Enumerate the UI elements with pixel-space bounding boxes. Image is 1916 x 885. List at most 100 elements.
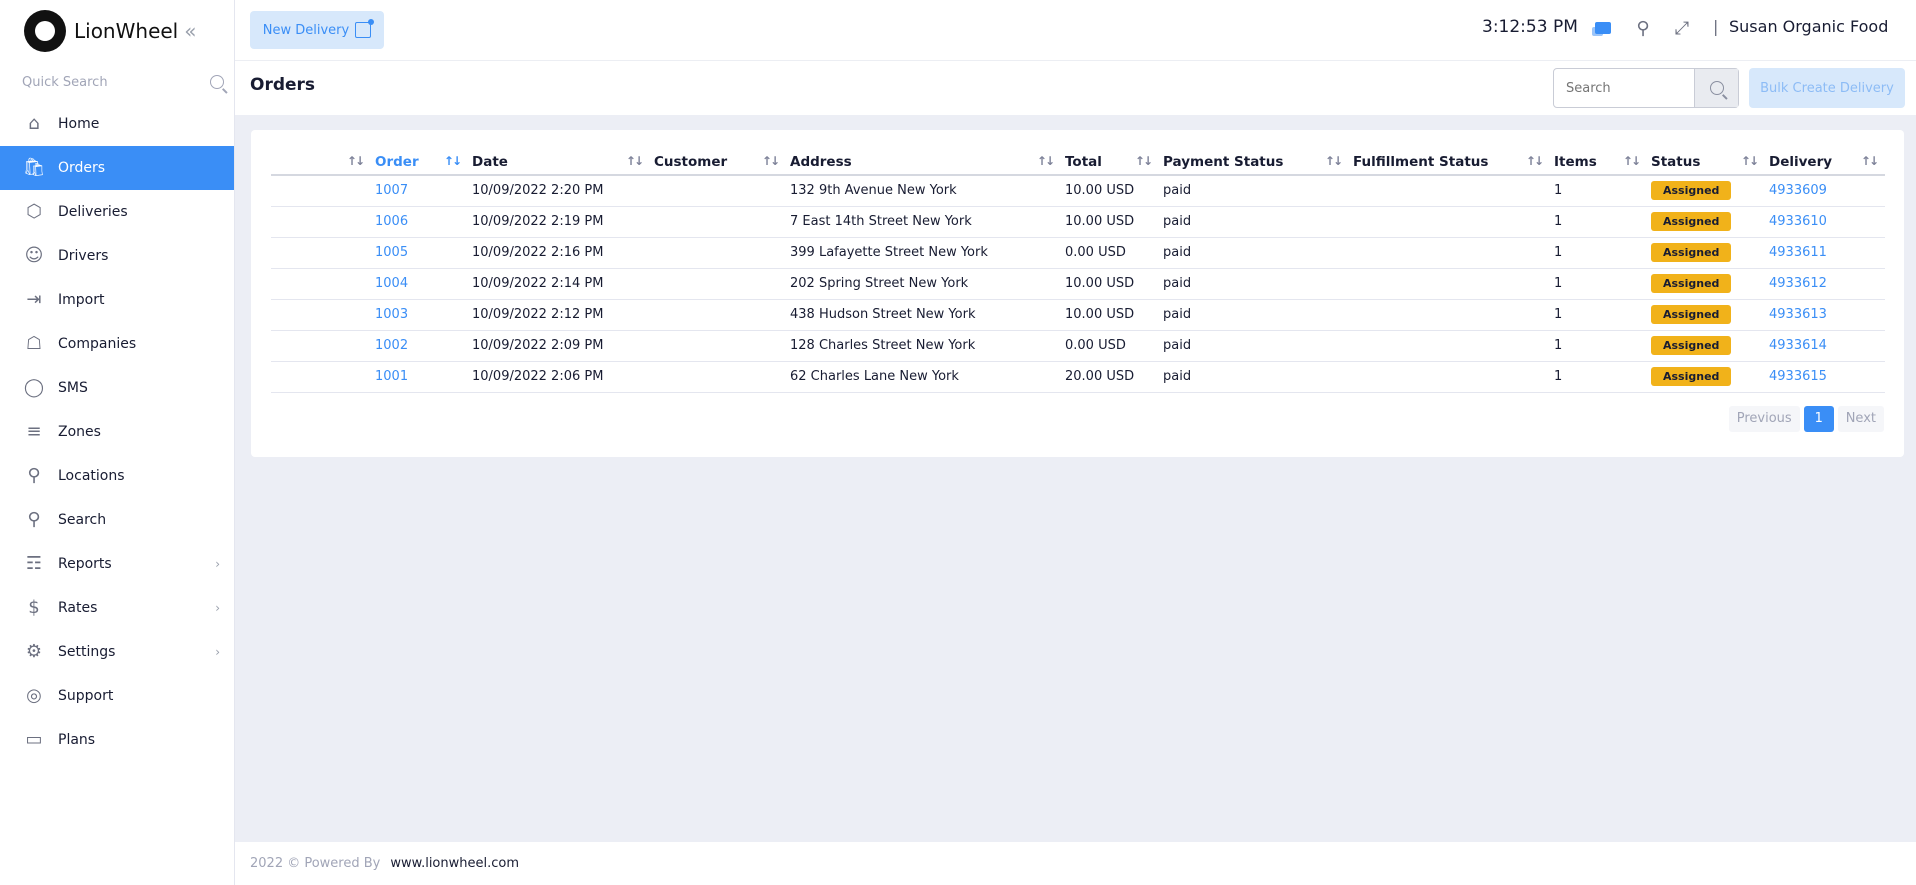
sidebar-item-zones[interactable]: ≡ Zones	[0, 410, 234, 454]
sidebar-item-rates[interactable]: $ Rates ›	[0, 586, 234, 630]
search-input[interactable]	[1554, 69, 1694, 107]
sort-icon[interactable]: ↑↓	[1741, 154, 1759, 168]
cell-delivery[interactable]: 4933610	[1765, 206, 1885, 238]
column-header-address[interactable]: Address ↑↓	[786, 150, 1061, 176]
cell-date: 10/09/2022 2:19 PM	[468, 206, 650, 238]
cell-delivery[interactable]: 4933614	[1765, 330, 1885, 362]
cell-order[interactable]: 1003	[371, 299, 468, 331]
sort-icon[interactable]: ↑↓	[1623, 154, 1641, 168]
column-header-customer[interactable]: Customer ↑↓	[650, 150, 786, 176]
search-button[interactable]	[1694, 69, 1738, 107]
collapse-sidebar-icon[interactable]: «	[184, 19, 196, 43]
quick-search[interactable]: Quick Search	[0, 62, 234, 102]
new-delivery-button[interactable]: New Delivery	[250, 11, 384, 49]
column-header-date[interactable]: Date ↑↓	[468, 150, 650, 176]
previous-page-button[interactable]: Previous	[1728, 406, 1800, 432]
column-header-status[interactable]: Status ↑↓	[1647, 150, 1765, 176]
sidebar-item-locations[interactable]: ⚲ Locations	[0, 454, 234, 498]
next-page-button[interactable]: Next	[1837, 406, 1884, 432]
cell-delivery[interactable]: 4933609	[1765, 175, 1885, 207]
new-delivery-label: New Delivery	[262, 22, 350, 38]
cell-order[interactable]: 1006	[371, 206, 468, 238]
table-header-row: ↑↓ Order ↑↓ Date ↑↓ Customer ↑↓ Address ↑↓ Total ↑…	[271, 150, 1885, 176]
cell-delivery[interactable]: 4933613	[1765, 299, 1885, 331]
cell-order[interactable]: 1004	[371, 268, 468, 300]
search-icon: ⚲	[27, 509, 41, 530]
map-pin-icon: ⚲	[27, 465, 41, 486]
column-header-payment-status[interactable]: Payment Status ↑↓	[1159, 150, 1349, 176]
column-header-label: Payment Status	[1163, 154, 1284, 170]
sort-icon[interactable]: ↑↓	[1861, 154, 1879, 168]
sort-icon[interactable]: ↑↓	[762, 154, 780, 168]
sidebar-item-label: Home	[58, 116, 100, 132]
column-header-items[interactable]: Items ↑↓	[1550, 150, 1647, 176]
sidebar-item-label: SMS	[58, 380, 88, 396]
chevron-right-icon: ›	[215, 601, 220, 615]
cell-delivery[interactable]: 4933612	[1765, 268, 1885, 300]
cell-status: Assigned	[1647, 268, 1765, 300]
table-row[interactable]: 1006 10/09/2022 2:19 PM 7 East 14th Street…	[271, 206, 1885, 238]
cell-fulfillment	[1349, 237, 1550, 269]
table-row[interactable]: 1005 10/09/2022 2:16 PM 399 Lafayette Stre…	[271, 237, 1885, 269]
sidebar-item-settings[interactable]: ⚙ Settings ›	[0, 630, 234, 674]
cell-items: 1	[1550, 299, 1647, 331]
search-icon[interactable]: ⚲	[1632, 18, 1654, 40]
sidebar-item-drivers[interactable]: ☺ Drivers	[0, 234, 234, 278]
cell-customer	[650, 237, 786, 269]
sort-icon[interactable]: ↑↓	[444, 154, 462, 168]
orders-table: ↑↓ Order ↑↓ Date ↑↓ Customer ↑↓ Address ↑↓ Total ↑…	[271, 150, 1885, 393]
sort-icon[interactable]: ↑↓	[1037, 154, 1055, 168]
table-row[interactable]: 1003 10/09/2022 2:12 PM 438 Hudson Street …	[271, 299, 1885, 331]
cell-order[interactable]: 1005	[371, 237, 468, 269]
cell-status: Assigned	[1647, 299, 1765, 331]
home-icon: ⌂	[28, 113, 40, 134]
cell-delivery[interactable]: 4933615	[1765, 361, 1885, 393]
column-header-total[interactable]: Total ↑↓	[1061, 150, 1159, 176]
cell-delivery[interactable]: 4933611	[1765, 237, 1885, 269]
sidebar-item-deliveries[interactable]: ⬡ Deliveries	[0, 190, 234, 234]
fullscreen-icon[interactable]: ⤢	[1671, 18, 1693, 40]
sort-icon[interactable]: ↑↓	[626, 154, 644, 168]
sidebar-item-reports[interactable]: ☶ Reports ›	[0, 542, 234, 586]
sidebar-item-companies[interactable]: ☖ Companies	[0, 322, 234, 366]
page-header: Orders Bulk Create Delivery	[235, 61, 1916, 115]
cell-total: 10.00 USD	[1061, 206, 1159, 238]
clock: 3:12:53 PM	[1482, 17, 1578, 37]
sort-icon[interactable]: ↑↓	[1325, 154, 1343, 168]
column-header-select[interactable]: ↑↓	[271, 150, 371, 176]
sidebar-item-support[interactable]: ◎ Support	[0, 674, 234, 718]
sort-icon[interactable]: ↑↓	[347, 154, 365, 168]
cell-date: 10/09/2022 2:20 PM	[468, 175, 650, 207]
sidebar-item-home[interactable]: ⌂ Home	[0, 102, 234, 146]
chat-icon[interactable]	[1592, 18, 1614, 40]
bulk-create-delivery-button[interactable]: Bulk Create Delivery	[1749, 68, 1905, 108]
status-badge: Assigned	[1651, 243, 1732, 262]
footer-site-link[interactable]: www.lionwheel.com	[390, 856, 519, 871]
table-row[interactable]: 1007 10/09/2022 2:20 PM 132 9th Avenue New…	[271, 175, 1885, 207]
search-icon[interactable]	[210, 75, 224, 89]
sidebar-item-label: Settings	[58, 644, 116, 660]
cell-order[interactable]: 1002	[371, 330, 468, 362]
sidebar-item-plans[interactable]: ▭ Plans	[0, 718, 234, 762]
cell-status: Assigned	[1647, 330, 1765, 362]
cell-date: 10/09/2022 2:06 PM	[468, 361, 650, 393]
column-header-fulfillment-status[interactable]: Fulfillment Status ↑↓	[1349, 150, 1550, 176]
page-1-button[interactable]: 1	[1803, 406, 1834, 432]
column-header-delivery[interactable]: Delivery ↑↓	[1765, 150, 1885, 176]
sort-icon[interactable]: ↑↓	[1135, 154, 1153, 168]
table-row[interactable]: 1001 10/09/2022 2:06 PM 62 Charles Lane Ne…	[271, 361, 1885, 393]
cell-order[interactable]: 1001	[371, 361, 468, 393]
sidebar-item-import[interactable]: ⇥ Import	[0, 278, 234, 322]
cell-date: 10/09/2022 2:09 PM	[468, 330, 650, 362]
sidebar-item-search[interactable]: ⚲ Search	[0, 498, 234, 542]
sidebar-item-sms[interactable]: ◯ SMS	[0, 366, 234, 410]
cell-address: 62 Charles Lane New York	[786, 361, 1061, 393]
table-row[interactable]: 1002 10/09/2022 2:09 PM 128 Charles Street…	[271, 330, 1885, 362]
cell-order[interactable]: 1007	[371, 175, 468, 207]
column-header-order[interactable]: Order ↑↓	[371, 150, 468, 176]
table-row[interactable]: 1004 10/09/2022 2:14 PM 202 Spring Street …	[271, 268, 1885, 300]
sidebar-item-orders[interactable]: 🛍 Orders	[0, 146, 234, 190]
user-name[interactable]: Susan Organic Food	[1729, 17, 1888, 36]
sort-icon[interactable]: ↑↓	[1526, 154, 1544, 168]
status-badge: Assigned	[1651, 336, 1732, 355]
